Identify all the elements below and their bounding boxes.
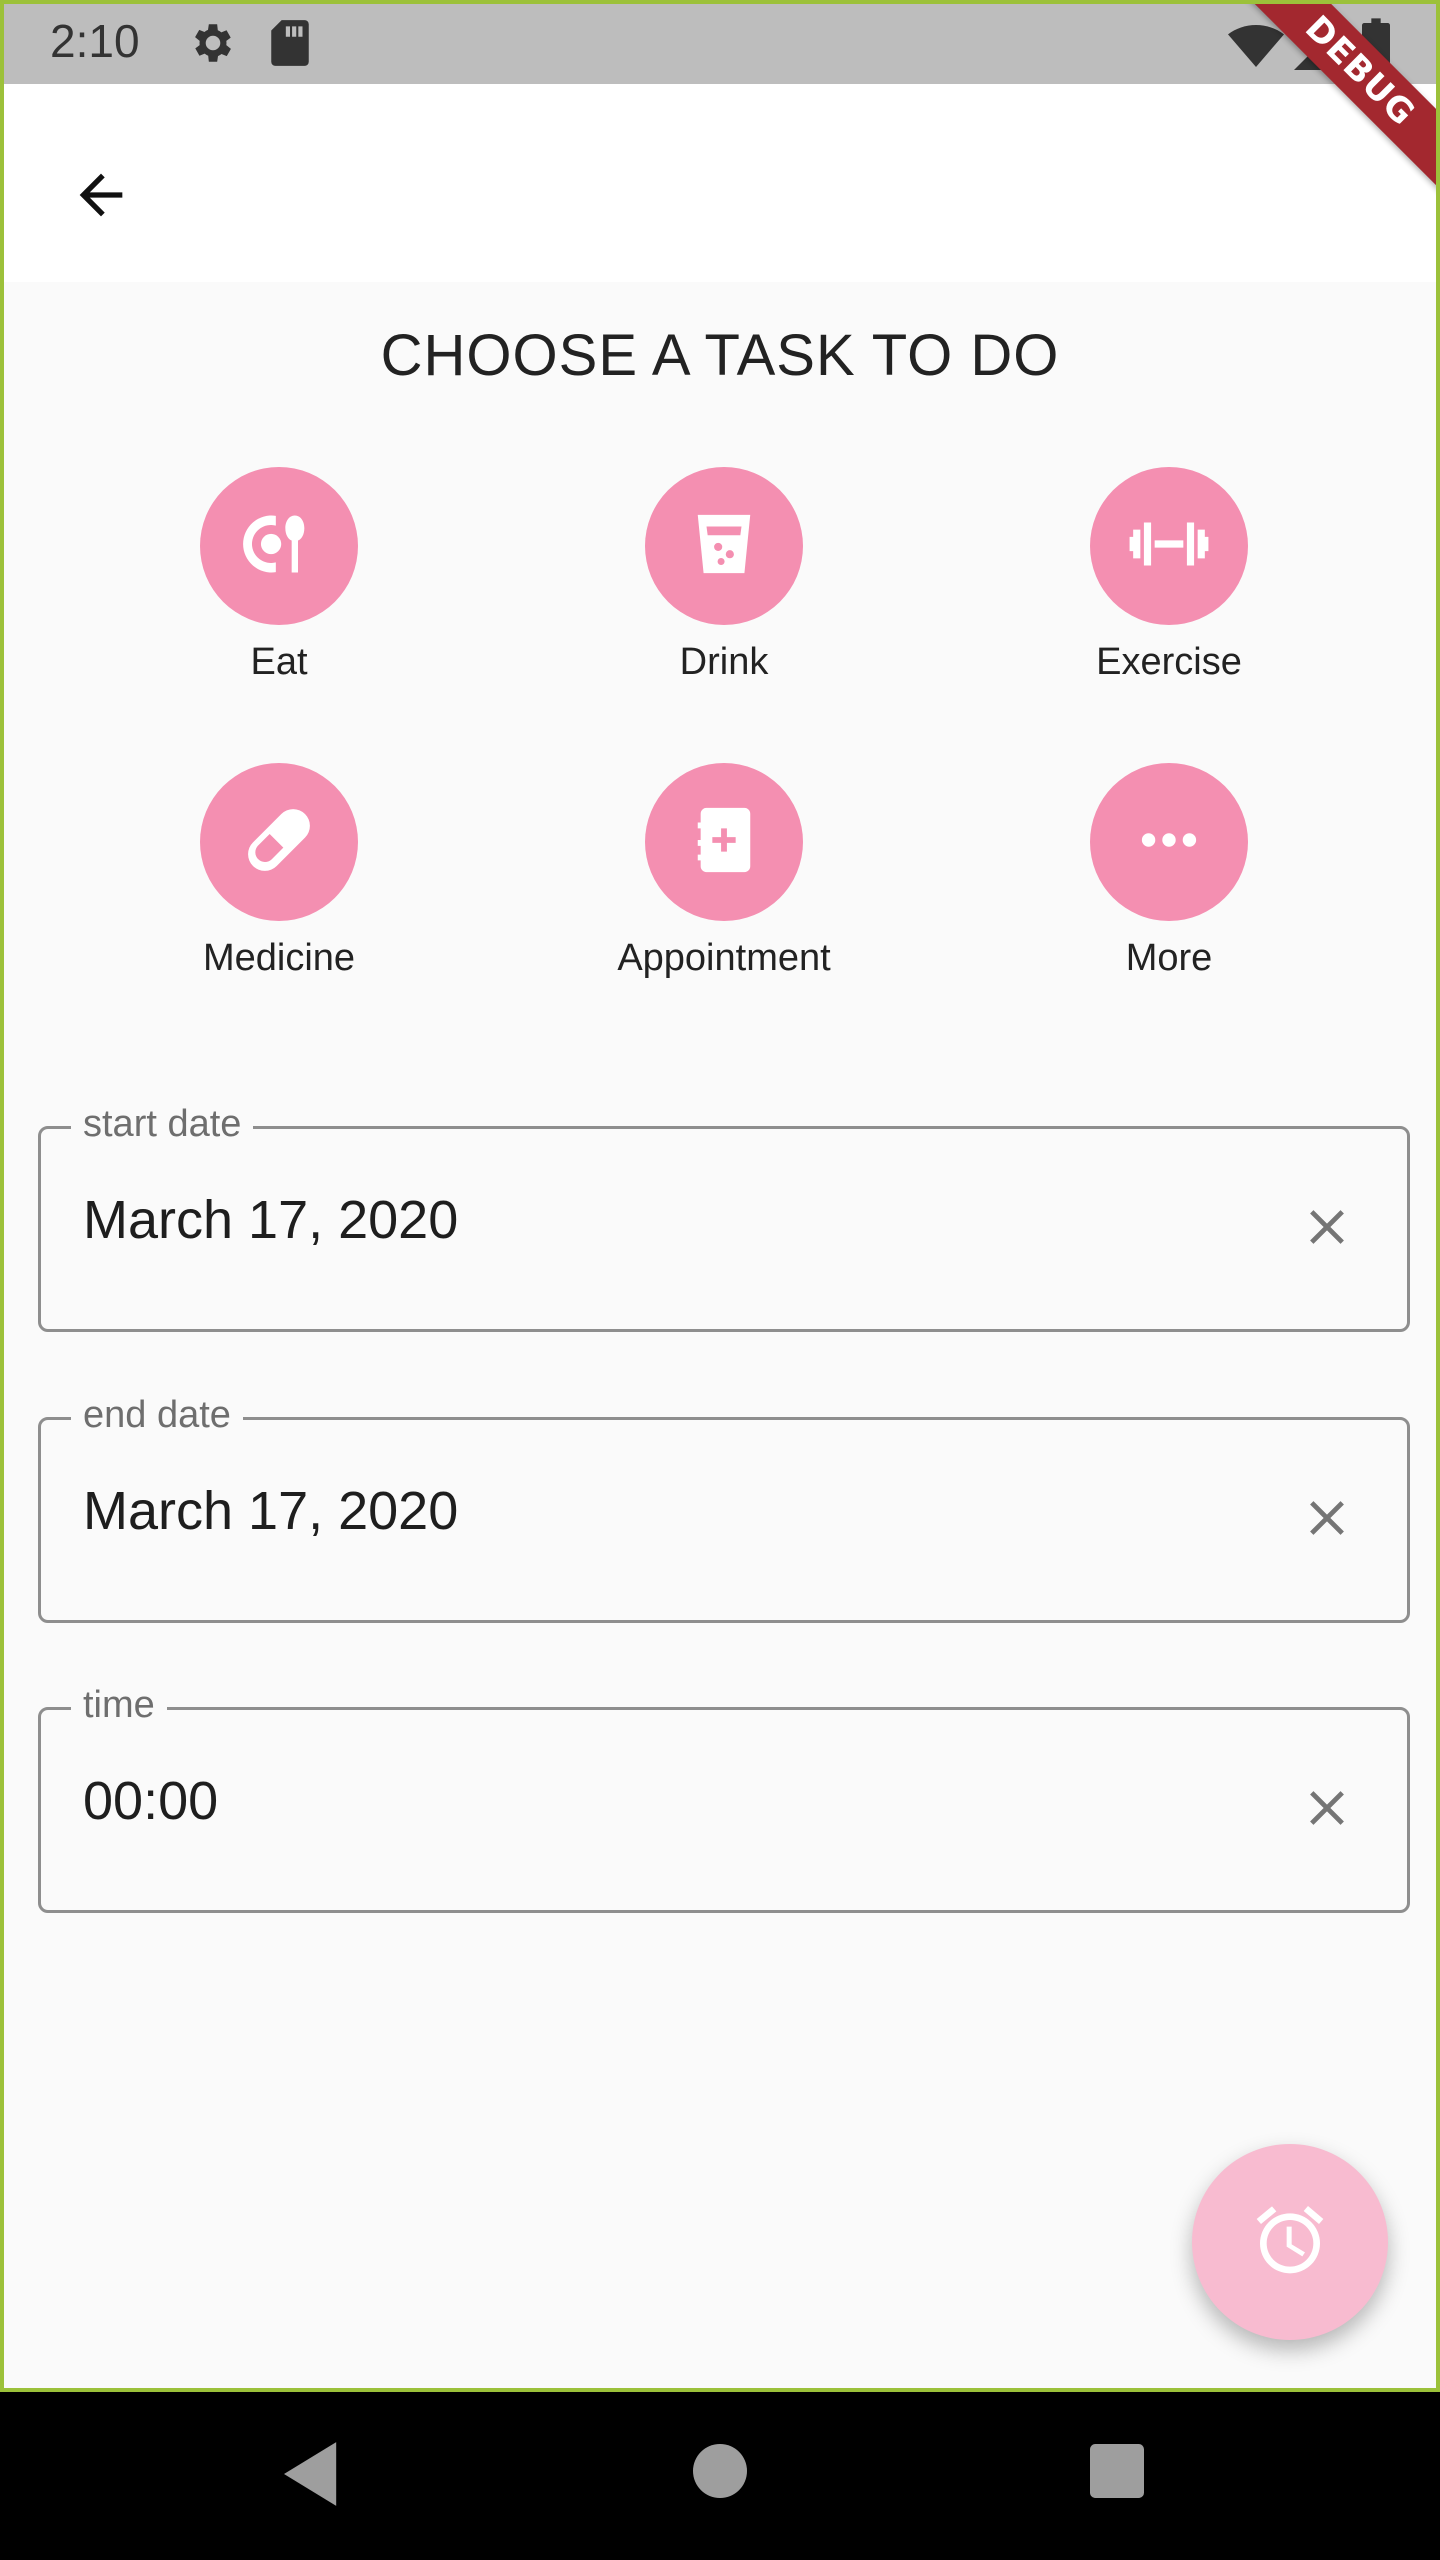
home-nav-icon (693, 2444, 747, 2502)
recents-nav-icon (1090, 2444, 1144, 2502)
task-eat[interactable]: Eat (129, 467, 429, 684)
nav-recents-button[interactable] (1090, 2444, 1144, 2503)
start-date-value[interactable]: March 17, 2020 (83, 1189, 458, 1251)
task-label: Medicine (202, 937, 356, 979)
task-label: Eat (250, 641, 308, 683)
task-exercise-circle (1090, 467, 1248, 625)
page-title: CHOOSE A TASK TO DO (380, 323, 1060, 388)
end-date-field[interactable]: end date March 17, 2020 (38, 1394, 1410, 1623)
restaurant-icon (241, 506, 317, 587)
task-more-circle (1090, 763, 1248, 921)
medical-book-icon (689, 805, 759, 880)
settings-icon (188, 18, 238, 73)
back-nav-icon (284, 2442, 342, 2510)
add-alarm-fab[interactable] (1192, 2144, 1388, 2340)
time-label: time (71, 1684, 167, 1727)
clear-end-date-button[interactable] (1287, 1480, 1367, 1560)
status-time: 2:10 (50, 15, 140, 67)
task-appointment-circle (645, 763, 803, 921)
wifi-icon (1228, 24, 1284, 73)
time-value[interactable]: 00:00 (83, 1770, 218, 1832)
more-horiz-icon (1134, 805, 1204, 880)
app-bar (4, 84, 1436, 282)
task-more[interactable]: More (1019, 763, 1319, 980)
task-label: More (1125, 937, 1213, 979)
task-medicine[interactable]: Medicine (129, 763, 429, 980)
dumbbell-icon (1126, 501, 1212, 592)
status-bar: 2:10 (4, 4, 1436, 84)
glass-icon (689, 509, 759, 584)
clear-time-button[interactable] (1287, 1770, 1367, 1850)
arrow-back-icon (69, 163, 133, 232)
task-drink[interactable]: Drink (574, 467, 874, 684)
task-label: Appointment (617, 937, 831, 979)
task-eat-circle (200, 467, 358, 625)
task-appointment[interactable]: Appointment (574, 763, 874, 980)
end-date-label: end date (71, 1394, 243, 1437)
clear-start-date-button[interactable] (1287, 1189, 1367, 1269)
alarm-icon (1250, 2200, 1330, 2285)
task-exercise[interactable]: Exercise (1019, 467, 1319, 684)
task-drink-circle (645, 467, 803, 625)
device-frame: 2:10 DEBUG CHOOSE A TASK TO DO Eat Drink… (0, 0, 1440, 2392)
task-medicine-circle (200, 763, 358, 921)
start-date-label: start date (71, 1103, 254, 1146)
navigation-bar (0, 2392, 1440, 2560)
close-icon (1298, 1198, 1356, 1261)
close-icon (1298, 1489, 1356, 1552)
nav-back-button[interactable] (284, 2442, 342, 2511)
end-date-value[interactable]: March 17, 2020 (83, 1480, 458, 1542)
start-date-field[interactable]: start date March 17, 2020 (38, 1103, 1410, 1332)
back-button[interactable] (46, 142, 156, 252)
close-icon (1298, 1779, 1356, 1842)
nav-home-button[interactable] (693, 2444, 747, 2503)
pill-icon (239, 800, 319, 885)
task-label: Exercise (1096, 641, 1242, 683)
task-label: Drink (679, 641, 769, 683)
time-field[interactable]: time 00:00 (38, 1684, 1410, 1913)
sd-card-icon (268, 18, 312, 73)
